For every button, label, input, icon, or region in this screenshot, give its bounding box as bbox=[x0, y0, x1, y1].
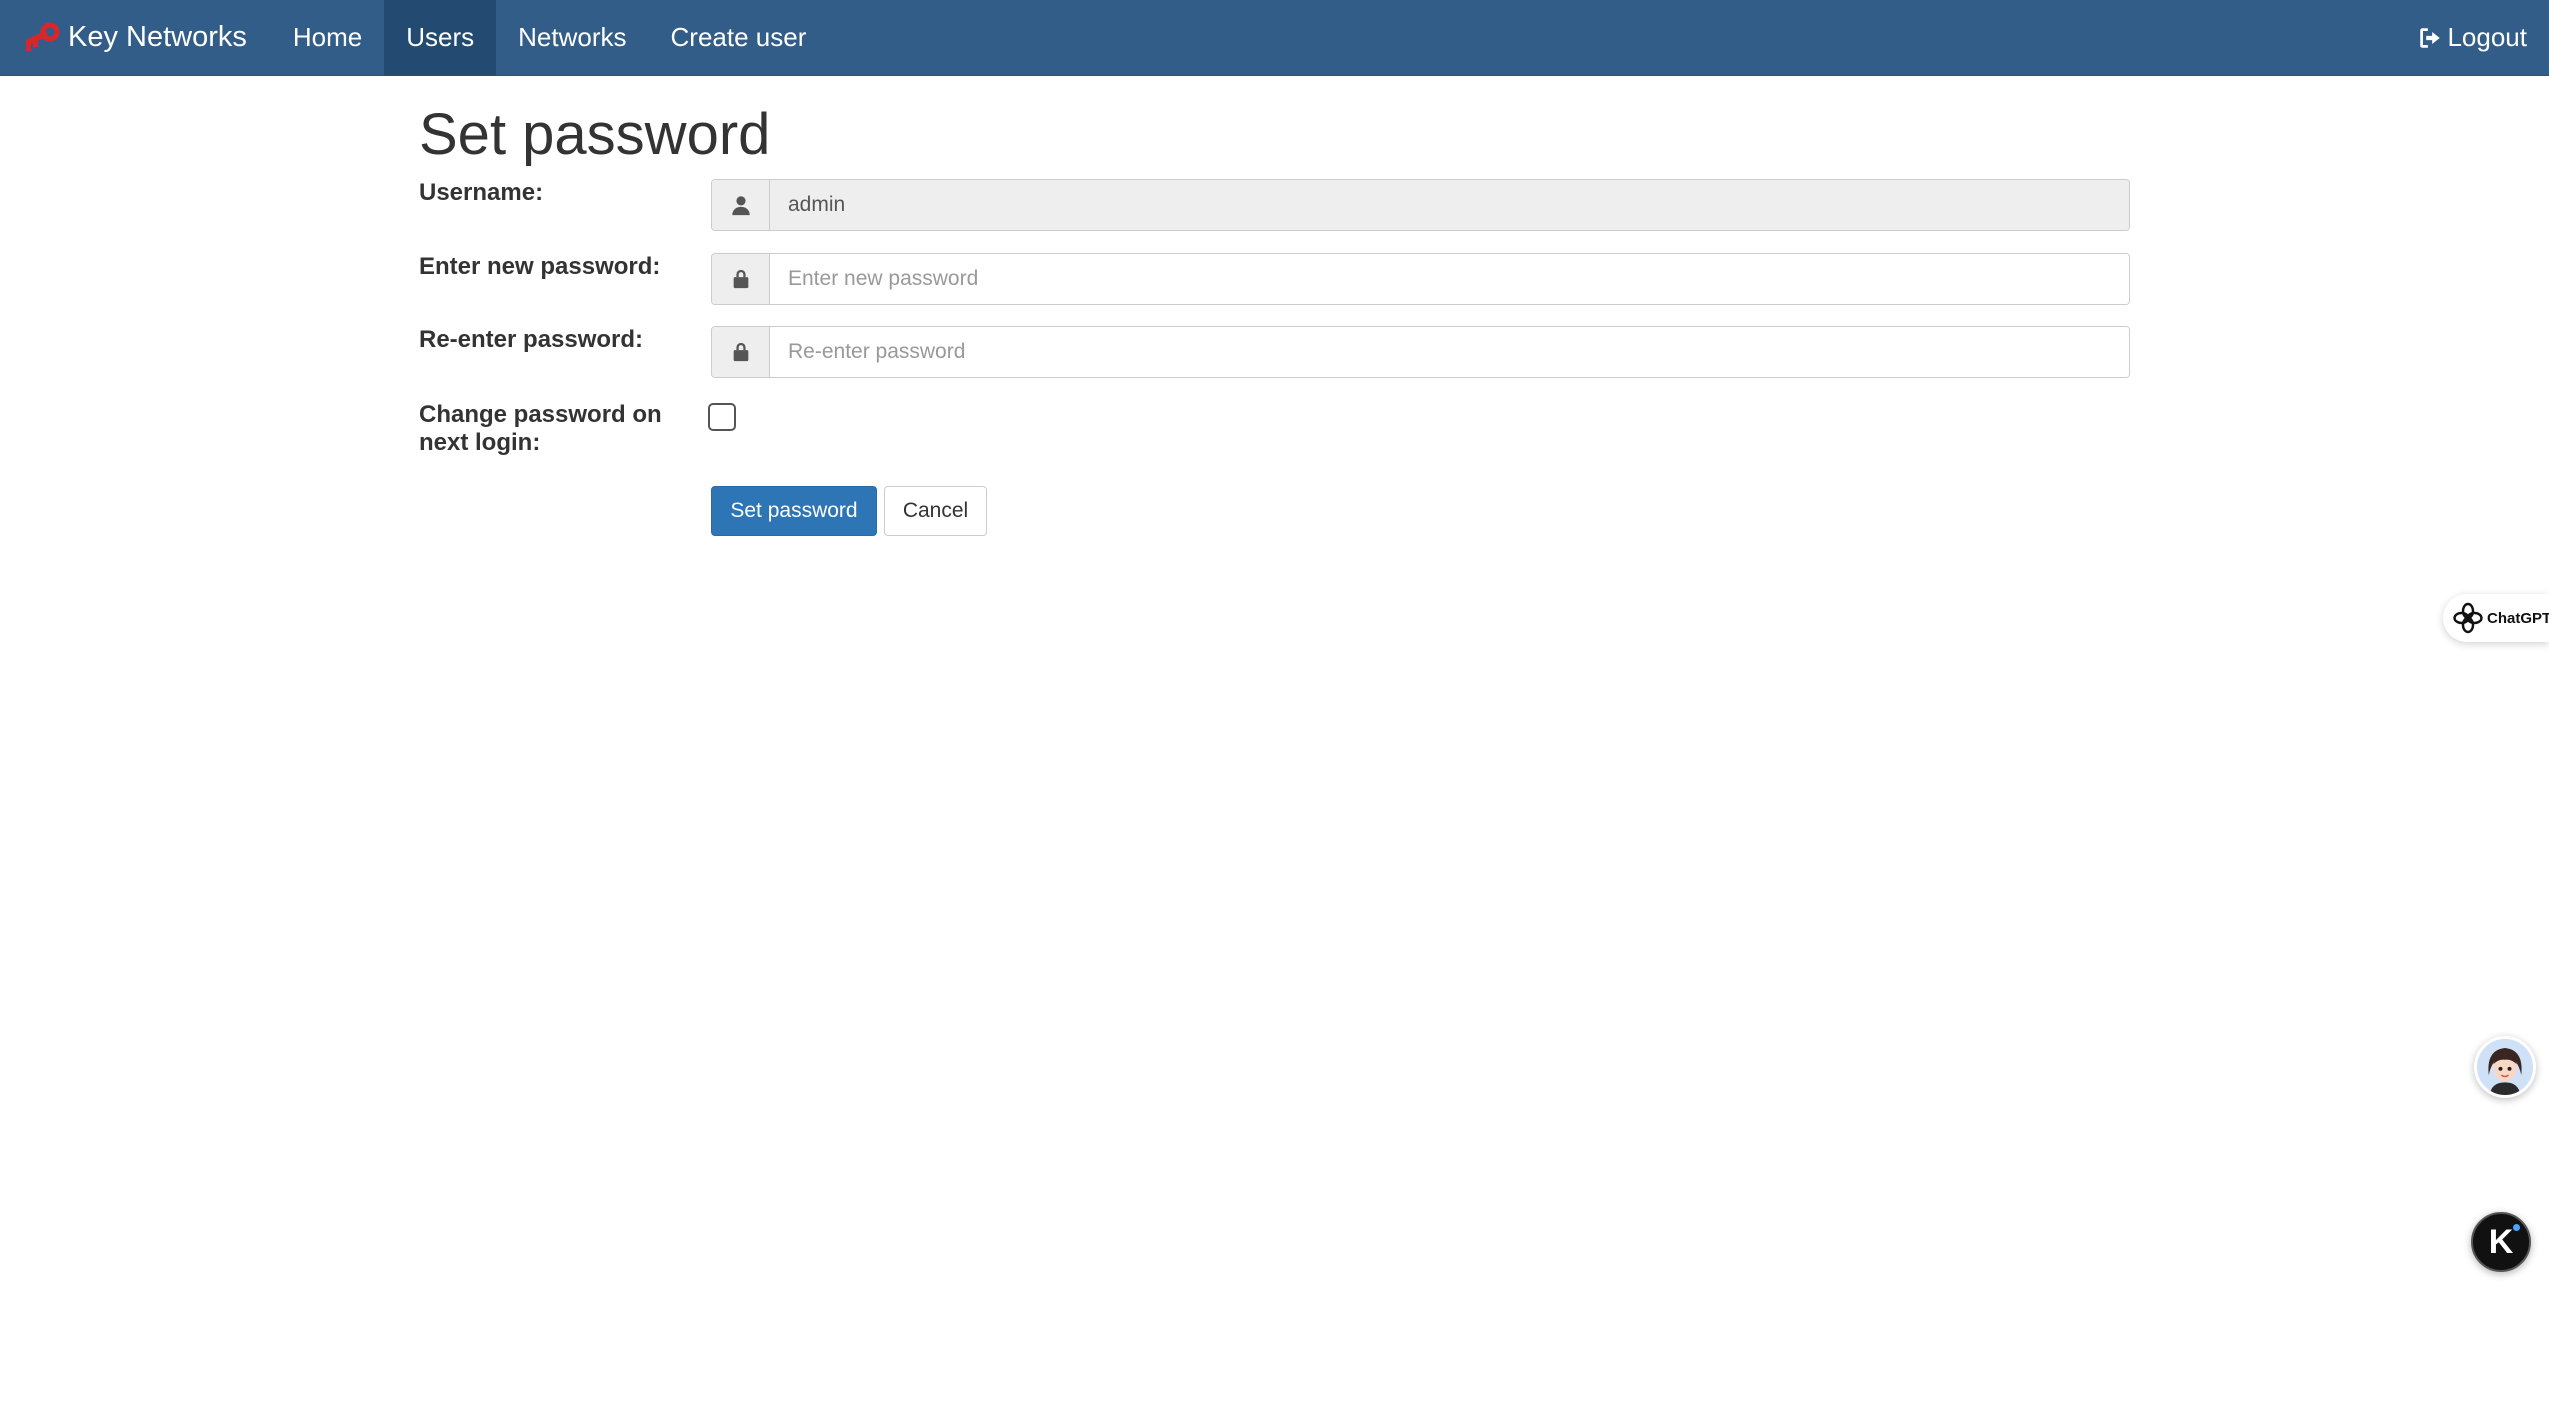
k-label: K bbox=[2488, 1222, 2514, 1261]
change-on-login-label-line1: Change password on bbox=[419, 401, 662, 428]
brand-label: Key Networks bbox=[68, 21, 247, 53]
new-password-field[interactable] bbox=[770, 254, 2129, 304]
top-navbar: Key Networks Home Users Networks Create … bbox=[0, 0, 2549, 76]
username-label: Username: bbox=[419, 179, 544, 206]
chatgpt-widget-tab[interactable]: ChatGPT bbox=[2443, 594, 2549, 642]
lock-icon bbox=[712, 254, 770, 304]
cancel-button[interactable]: Cancel bbox=[884, 486, 987, 536]
new-password-input-group bbox=[711, 253, 2130, 305]
brand-link[interactable]: Key Networks bbox=[0, 0, 271, 75]
key-icon bbox=[25, 22, 60, 51]
avatar-icon bbox=[2477, 1039, 2533, 1095]
change-on-login-label: Change password on next login: bbox=[419, 401, 689, 457]
username-field[interactable] bbox=[770, 180, 2129, 230]
nav-networks[interactable]: Networks bbox=[496, 0, 648, 75]
nav-home[interactable]: Home bbox=[271, 0, 384, 75]
reenter-password-field[interactable] bbox=[770, 327, 2129, 377]
notification-dot bbox=[2513, 1224, 2520, 1231]
nav-users[interactable]: Users bbox=[384, 0, 497, 75]
k-widget-button[interactable]: K bbox=[2471, 1212, 2531, 1272]
change-on-login-label-line2: next login: bbox=[419, 429, 541, 456]
openai-icon bbox=[2453, 602, 2483, 634]
reenter-password-label: Re-enter password: bbox=[419, 326, 644, 353]
logout-link[interactable]: Logout bbox=[2395, 0, 2549, 75]
user-icon bbox=[712, 180, 770, 230]
chatgpt-label: ChatGPT bbox=[2487, 609, 2549, 627]
set-password-button[interactable]: Set password bbox=[711, 486, 877, 536]
nav-create-user[interactable]: Create user bbox=[649, 0, 829, 75]
logout-icon bbox=[2420, 27, 2441, 48]
username-input-group bbox=[711, 179, 2130, 231]
reenter-password-input-group bbox=[711, 326, 2130, 378]
assistant-avatar-button[interactable] bbox=[2474, 1036, 2536, 1098]
new-password-label: Enter new password: bbox=[419, 253, 661, 280]
page-title: Set password bbox=[419, 102, 771, 167]
lock-icon bbox=[712, 327, 770, 377]
change-on-login-checkbox[interactable] bbox=[708, 403, 736, 431]
logout-label: Logout bbox=[2447, 22, 2527, 52]
